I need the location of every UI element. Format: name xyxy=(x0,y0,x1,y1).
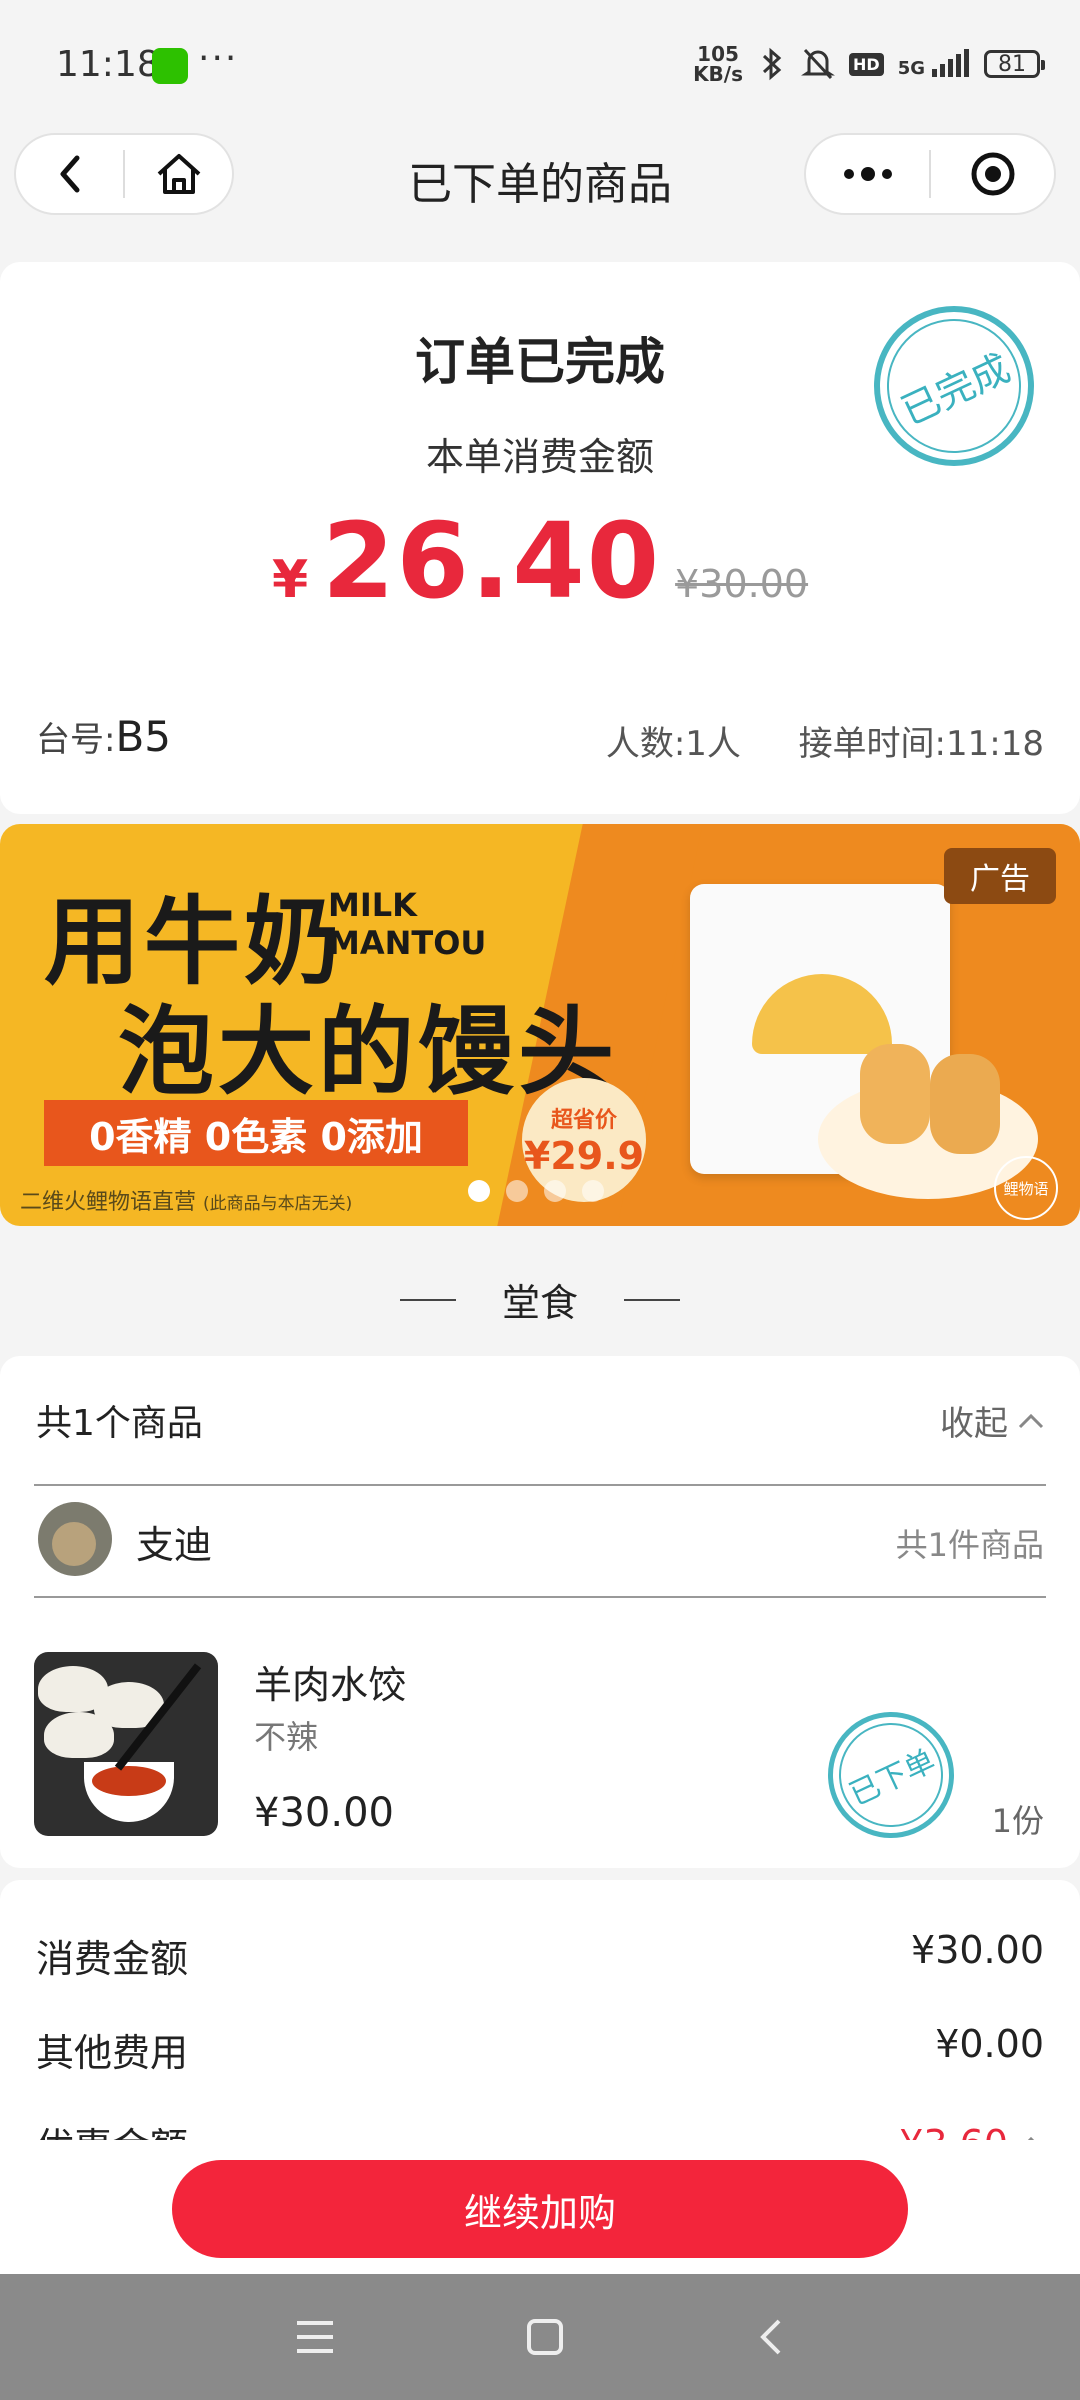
divider-line xyxy=(399,1298,456,1301)
more-icon xyxy=(843,167,892,181)
signal-icon xyxy=(932,49,969,77)
item-price: ¥30.00 xyxy=(254,1790,394,1836)
collapse-label: 收起 xyxy=(940,1404,1008,1444)
close-miniprogram-button[interactable] xyxy=(931,134,1054,214)
banner-price-label: 超省价 xyxy=(550,1108,617,1133)
ad-badge: 广告 xyxy=(944,848,1056,904)
item-spec: 不辣 xyxy=(254,1718,319,1756)
wechat-icon xyxy=(152,48,188,84)
battery-icon: 81 xyxy=(984,50,1045,78)
banner-dot[interactable] xyxy=(582,1180,604,1202)
section-title: 堂食 xyxy=(501,1281,578,1325)
system-back-icon[interactable] xyxy=(755,2317,785,2357)
home-square-icon[interactable] xyxy=(525,2317,565,2357)
banner-mantou-text: MANTOU xyxy=(328,924,487,962)
food-image[interactable] xyxy=(34,1652,218,1836)
system-nav-bar xyxy=(0,2274,1080,2400)
collapse-button[interactable]: 收起 xyxy=(940,1396,1044,1445)
item-quantity: 1份 xyxy=(991,1802,1044,1840)
banner-dot[interactable] xyxy=(468,1180,490,1202)
divider xyxy=(34,1596,1046,1598)
original-price: ¥30.00 xyxy=(675,562,809,606)
ordered-stamp: 已下单 xyxy=(821,1705,961,1845)
summary-value: ¥30.00 xyxy=(911,1928,1044,1972)
menu-icon[interactable] xyxy=(295,2319,335,2355)
banner-footer-text: 二维火鲤物语直营 xyxy=(20,1190,197,1215)
summary-row: 其他费用 ¥0.00 xyxy=(36,2022,1044,2077)
section-header: 堂食 xyxy=(0,1272,1080,1327)
summary-label: 其他费用 xyxy=(36,2031,189,2075)
status-bar: 11:18 ··· 105 KB/s HD 5G 81 xyxy=(0,0,1080,130)
goods-count: 共1个商品 xyxy=(36,1403,203,1444)
currency-symbol: ¥ xyxy=(271,550,309,610)
user-name: 支迪 xyxy=(136,1523,213,1567)
brand-logo: 鲤物语 xyxy=(994,1156,1058,1220)
order-price-row: ¥ 26.40 ¥30.00 xyxy=(0,500,1080,622)
banner-tags: 0香精 0色素 0添加 xyxy=(44,1100,468,1166)
table-number: B5 xyxy=(115,712,172,761)
completed-stamp: 已完成 xyxy=(864,296,1044,476)
status-right-group: 105 KB/s HD 5G 81 xyxy=(693,44,1045,84)
avatar-face xyxy=(52,1522,96,1566)
order-amount: 26.40 xyxy=(322,500,662,622)
banner-footer: 二维火鲤物语直营 (此商品与本店无关) xyxy=(20,1184,352,1216)
net-speed: 105 KB/s xyxy=(693,44,743,84)
table-number-row: 台号:B5 xyxy=(36,712,171,761)
banner-english-title: MILK MANTOU xyxy=(328,886,486,962)
banner-price-value: ¥29.9 xyxy=(523,1134,645,1178)
divider-line xyxy=(624,1298,680,1301)
banner-dot[interactable] xyxy=(506,1180,528,1202)
sauce-bowl xyxy=(84,1762,174,1822)
dumpling-shape xyxy=(44,1712,114,1758)
battery-level: 81 xyxy=(998,51,1026,77)
divider xyxy=(34,1484,1046,1486)
banner-pagination xyxy=(468,1180,604,1202)
bluetooth-icon xyxy=(762,47,782,81)
nav-right-capsule xyxy=(804,133,1056,215)
bun-image xyxy=(930,1054,1000,1154)
avatar xyxy=(38,1502,112,1576)
bun-image xyxy=(860,1044,930,1144)
continue-shopping-button[interactable]: 继续加购 xyxy=(172,2160,908,2258)
status-time: 11:18 xyxy=(56,44,160,85)
item-name: 羊肉水饺 xyxy=(254,1663,407,1707)
status-more-dots: ··· xyxy=(198,38,239,79)
banner-dot[interactable] xyxy=(544,1180,566,1202)
signal-label: 5G xyxy=(897,58,925,79)
banner-footer-note: (此商品与本店无关) xyxy=(203,1194,353,1214)
signal-group: 5G xyxy=(898,49,970,79)
target-icon xyxy=(971,152,1014,196)
ad-banner[interactable]: 用牛奶 MILK MANTOU 泡大的馒头 0香精 0色素 0添加 二维火鲤物语… xyxy=(0,824,1080,1226)
more-button[interactable] xyxy=(806,134,929,214)
order-time: 接单时间:11:18 xyxy=(798,724,1044,764)
summary-value: ¥0.00 xyxy=(935,2022,1044,2066)
summary-label: 消费金额 xyxy=(36,1937,189,1981)
mute-icon xyxy=(801,48,835,80)
net-speed-value: 105 xyxy=(697,42,739,66)
summary-row: 消费金额 ¥30.00 xyxy=(36,1928,1044,1983)
chevron-up-icon xyxy=(1018,1413,1044,1428)
order-meta: 人数:1人 接单时间:11:18 xyxy=(606,716,1044,765)
user-goods-total: 共1件商品 xyxy=(895,1526,1044,1564)
people-count: 人数:1人 xyxy=(605,724,741,764)
banner-milk-text: MILK xyxy=(328,886,417,924)
net-speed-unit: KB/s xyxy=(693,62,744,86)
hd-badge: HD xyxy=(849,52,884,76)
table-label: 台号: xyxy=(36,720,116,760)
